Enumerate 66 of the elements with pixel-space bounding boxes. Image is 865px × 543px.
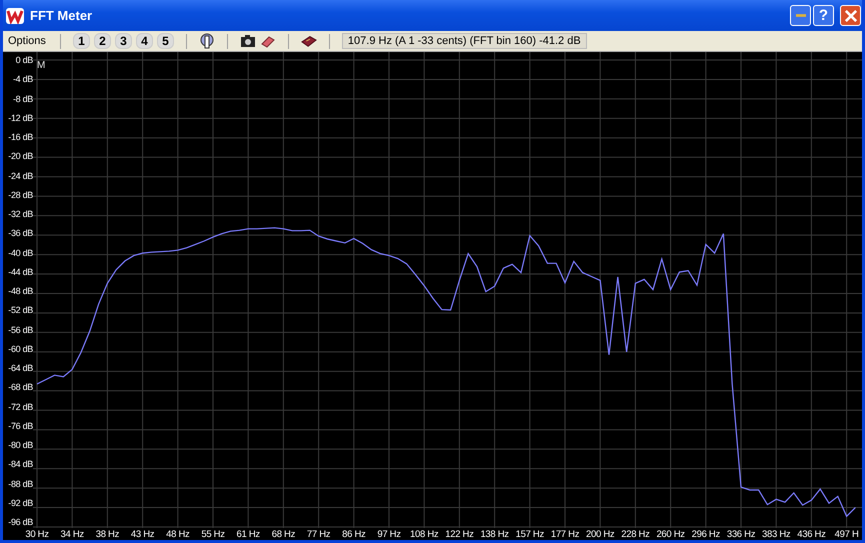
- preset-button[interactable]: 1: [72, 33, 90, 49]
- x-axis-label: 86 Hz: [342, 529, 366, 540]
- x-axis-label: 336 Hz: [726, 529, 756, 540]
- y-axis-label: -20 dB: [7, 151, 33, 162]
- x-axis-label: 30 Hz: [25, 529, 49, 540]
- y-axis-label: -48 dB: [7, 286, 33, 297]
- y-axis-label: -24 dB: [7, 170, 33, 182]
- x-axis-label: 260 Hz: [656, 529, 685, 540]
- y-axis-label: -92 dB: [7, 498, 33, 509]
- x-axis-label: 43 Hz: [130, 529, 154, 540]
- minimize-icon: [796, 14, 806, 17]
- y-axis-label: -44 dB: [7, 266, 33, 278]
- y-axis-label: -12 dB: [7, 112, 33, 124]
- x-axis-label: 497 H: [834, 529, 859, 540]
- close-button[interactable]: [840, 5, 861, 26]
- y-axis-label: -40 dB: [7, 248, 33, 258]
- x-axis-label: 38 Hz: [96, 529, 120, 540]
- x-axis-label: 108 Hz: [410, 529, 438, 540]
- y-axis-label: -80 dB: [7, 440, 33, 451]
- x-axis-label: 61 Hz: [236, 529, 260, 540]
- close-icon: [844, 10, 856, 22]
- y-axis-label: 0 dB: [14, 55, 33, 66]
- x-axis-label: 34 Hz: [60, 529, 84, 540]
- x-axis-label: 296 Hz: [692, 529, 720, 540]
- book-icon[interactable]: [300, 33, 317, 49]
- x-axis-label: 138 Hz: [480, 529, 509, 540]
- window-title: FFT Meter: [30, 8, 94, 23]
- y-axis-label: -68 dB: [7, 382, 33, 394]
- y-axis-label: -36 dB: [7, 228, 33, 240]
- y-axis-label: -64 dB: [7, 363, 33, 374]
- y-axis-label: -8 dB: [12, 94, 33, 104]
- y-axis-label: -32 dB: [7, 209, 33, 220]
- x-axis-label: 200 Hz: [586, 529, 614, 540]
- app-logo-icon: [6, 8, 24, 24]
- y-axis-label: -96 dB: [7, 517, 33, 528]
- x-axis-label: 122 Hz: [445, 529, 474, 540]
- x-axis-label: 436 Hz: [797, 529, 826, 540]
- x-axis-label: 383 Hz: [762, 529, 790, 540]
- channel-label: M: [37, 60, 46, 71]
- y-axis-label: -56 dB: [7, 324, 33, 336]
- y-axis-label: -60 dB: [7, 344, 33, 355]
- help-button[interactable]: ?: [813, 5, 834, 26]
- y-axis-label: -76 dB: [7, 420, 33, 432]
- x-axis-label: 48 Hz: [166, 529, 190, 540]
- x-axis-label: 77 Hz: [306, 529, 330, 540]
- x-axis-label: 157 Hz: [516, 529, 544, 540]
- y-axis-label: -84 dB: [7, 459, 33, 470]
- x-axis-label: 97 Hz: [377, 529, 401, 540]
- y-axis-label: -88 dB: [7, 478, 33, 490]
- minimize-button[interactable]: [790, 5, 811, 26]
- x-axis-label: 228 Hz: [621, 529, 650, 540]
- y-axis-label: -16 dB: [7, 132, 33, 143]
- preset-button[interactable]: 2: [94, 33, 111, 49]
- camera-icon[interactable]: [240, 33, 256, 49]
- x-axis-label: 55 Hz: [201, 529, 225, 540]
- y-axis-label: -28 dB: [7, 190, 33, 201]
- preset-button[interactable]: 4: [136, 33, 153, 49]
- options-menu[interactable]: Options: [6, 35, 48, 47]
- preset-button[interactable]: 3: [114, 33, 132, 49]
- x-axis-label: 68 Hz: [272, 529, 296, 540]
- y-axis-label: -52 dB: [7, 305, 33, 316]
- y-axis-label: -4 dB: [12, 74, 33, 86]
- x-axis-label: 177 Hz: [550, 529, 580, 540]
- frequency-readout: 107.9 Hz (A 1 -33 cents) (FFT bin 160) -41.2 dB: [342, 33, 587, 49]
- y-axis-label: -72 dB: [7, 402, 33, 412]
- preset-button[interactable]: 5: [156, 33, 174, 49]
